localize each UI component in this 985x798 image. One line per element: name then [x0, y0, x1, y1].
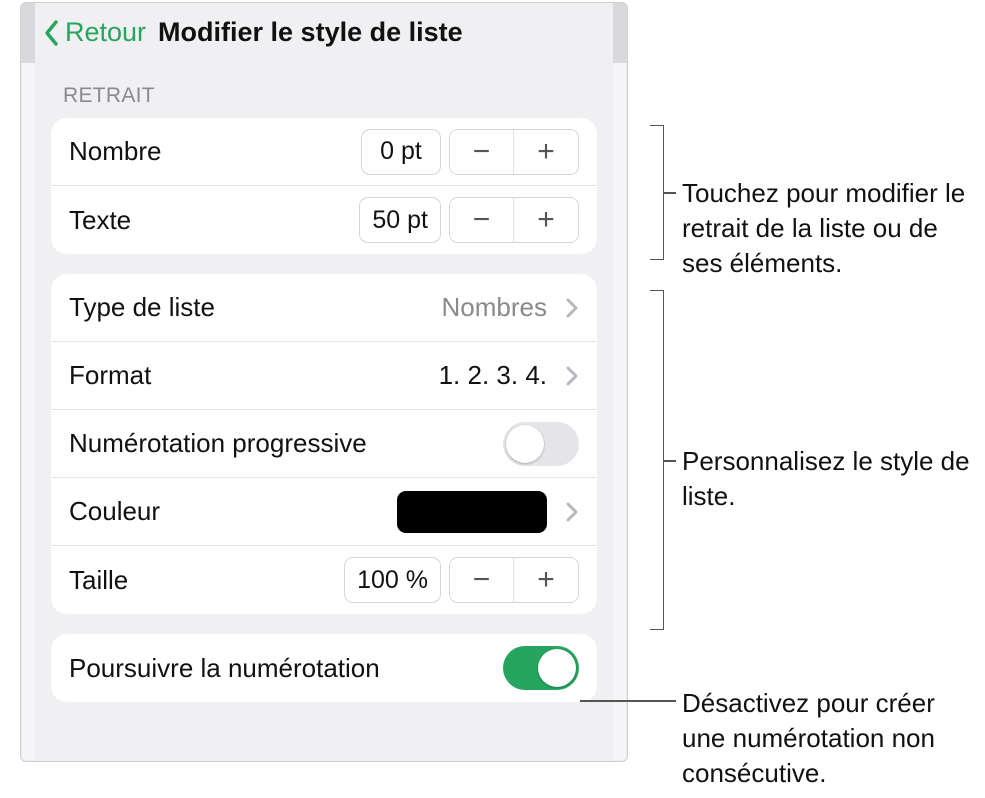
callout-line — [580, 700, 676, 702]
callout-continue: Désactivez pour créer une numérotation n… — [682, 686, 982, 791]
back-button[interactable]: Retour — [41, 17, 146, 48]
size-value-text: 100 % — [357, 566, 428, 595]
chevron-right-icon — [565, 501, 579, 523]
size-stepper: − + — [449, 557, 579, 603]
value-list-type: Nombres — [442, 292, 547, 323]
indent-number-text: 0 pt — [380, 137, 422, 166]
group-indent: Nombre 0 pt − + Texte 50 pt − + — [51, 118, 597, 254]
row-continue-numbering: Poursuivre la numérotation — [51, 634, 597, 702]
row-format[interactable]: Format 1. 2. 3. 4. — [51, 342, 597, 410]
label-indent-text: Texte — [69, 205, 351, 236]
callout-line — [664, 192, 676, 194]
continue-toggle[interactable] — [503, 646, 579, 690]
callout-bracket — [650, 290, 664, 630]
chevron-left-icon — [41, 18, 63, 48]
toggle-knob — [538, 649, 576, 687]
label-size: Taille — [69, 565, 336, 596]
label-color: Couleur — [69, 496, 389, 527]
minus-icon: − — [473, 137, 491, 167]
indent-number-value[interactable]: 0 pt — [361, 129, 441, 175]
row-indent-text: Texte 50 pt − + — [51, 186, 597, 254]
row-size: Taille 100 % − + — [51, 546, 597, 614]
callout-line — [664, 460, 676, 462]
label-list-type: Type de liste — [69, 292, 434, 323]
value-format: 1. 2. 3. 4. — [439, 360, 547, 391]
row-list-type[interactable]: Type de liste Nombres — [51, 274, 597, 342]
row-tiered-numbering: Numérotation progressive — [51, 410, 597, 478]
group-continue: Poursuivre la numérotation — [51, 634, 597, 702]
minus-icon: − — [473, 565, 491, 595]
tiered-toggle[interactable] — [503, 422, 579, 466]
size-decrement[interactable]: − — [450, 558, 514, 602]
label-indent-number: Nombre — [69, 136, 353, 167]
row-color[interactable]: Couleur — [51, 478, 597, 546]
toggle-knob — [506, 425, 544, 463]
indent-text-text: 50 pt — [372, 206, 428, 235]
indent-text-increment[interactable]: + — [514, 198, 578, 242]
settings-panel: Retour Modifier le style de liste Retrai… — [20, 2, 628, 762]
size-increment[interactable]: + — [514, 558, 578, 602]
plus-icon: + — [537, 137, 555, 167]
plus-icon: + — [537, 205, 555, 235]
indent-number-stepper: − + — [449, 129, 579, 175]
indent-text-decrement[interactable]: − — [450, 198, 514, 242]
label-tiered: Numérotation progressive — [69, 428, 495, 459]
page-title: Modifier le style de liste — [158, 17, 463, 48]
chevron-right-icon — [565, 365, 579, 387]
callout-style: Personnalisez le style de liste. — [682, 444, 982, 514]
row-indent-number: Nombre 0 pt − + — [51, 118, 597, 186]
indent-number-decrement[interactable]: − — [450, 130, 514, 174]
indent-text-value[interactable]: 50 pt — [359, 197, 441, 243]
panel-header: Retour Modifier le style de liste — [35, 3, 613, 66]
callout-indent: Touchez pour modifier le retrait de la l… — [682, 176, 982, 281]
callout-bracket — [650, 125, 664, 260]
plus-icon: + — [537, 565, 555, 595]
panel-content: Retour Modifier le style de liste Retrai… — [35, 3, 613, 761]
color-swatch — [397, 491, 547, 533]
minus-icon: − — [473, 205, 491, 235]
label-format: Format — [69, 360, 431, 391]
indent-number-increment[interactable]: + — [514, 130, 578, 174]
back-label: Retour — [65, 17, 146, 48]
size-value[interactable]: 100 % — [344, 557, 441, 603]
group-style: Type de liste Nombres Format 1. 2. 3. 4.… — [51, 274, 597, 614]
section-header-indent: Retrait — [35, 66, 613, 114]
indent-text-stepper: − + — [449, 197, 579, 243]
label-continue: Poursuivre la numérotation — [69, 653, 495, 684]
chevron-right-icon — [565, 297, 579, 319]
